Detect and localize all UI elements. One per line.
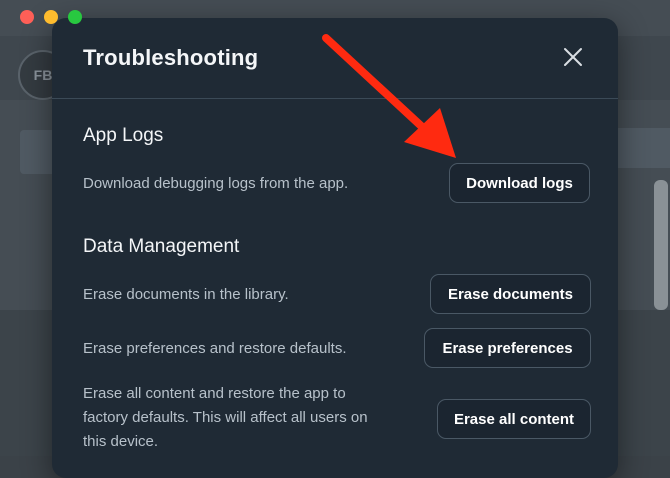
scrollbar[interactable] xyxy=(654,180,668,310)
download-logs-button[interactable]: Download logs xyxy=(449,163,590,203)
close-window-button[interactable] xyxy=(20,10,34,24)
troubleshooting-dialog: Troubleshooting App Logs Download debugg… xyxy=(52,18,618,478)
window-controls xyxy=(20,10,82,24)
erase-all-line-3: this device. xyxy=(83,433,159,450)
minimize-window-button[interactable] xyxy=(44,10,58,24)
erase-all-line-2: factory defaults. This will affect all u… xyxy=(83,409,368,426)
close-icon xyxy=(564,48,582,66)
erase-documents-description: Erase documents in the library. xyxy=(83,286,289,303)
erase-all-content-button[interactable]: Erase all content xyxy=(437,399,591,439)
erase-preferences-button[interactable]: Erase preferences xyxy=(424,328,591,368)
close-dialog-button[interactable] xyxy=(562,46,584,68)
section-title-app-logs: App Logs xyxy=(83,125,164,146)
zoom-window-button[interactable] xyxy=(68,10,82,24)
section-title-data-management: Data Management xyxy=(83,236,240,257)
dialog-header: Troubleshooting xyxy=(52,18,618,99)
erase-all-line-1: Erase all content and restore the app to xyxy=(83,385,346,402)
avatar-text: FB xyxy=(33,67,53,83)
dialog-title: Troubleshooting xyxy=(83,45,259,70)
download-logs-description: Download debugging logs from the app. xyxy=(83,175,349,192)
erase-preferences-description: Erase preferences and restore defaults. xyxy=(83,340,347,357)
erase-all-content-description: Erase all content and restore the app to… xyxy=(83,382,423,454)
erase-documents-button[interactable]: Erase documents xyxy=(430,274,591,314)
